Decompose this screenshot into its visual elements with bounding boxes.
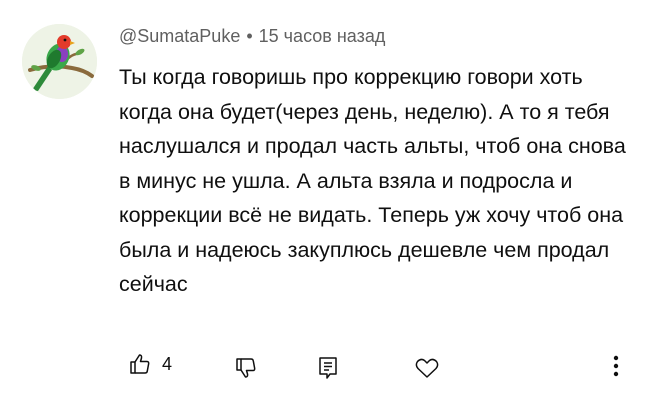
meta-separator: • [246,26,253,46]
like-button[interactable]: 4 [128,352,172,376]
like-count: 4 [162,353,173,374]
reply-button[interactable] [316,355,340,381]
thumbs-up-icon [130,354,150,374]
thumbs-down-icon [236,358,256,378]
parrot-avatar-icon [22,24,97,99]
comment-text: Ты когда говоришь про коррекцию говори х… [119,65,626,296]
comment-header: @SumataPuke • 15 часов назад [119,26,385,47]
dislike-button[interactable] [234,356,258,380]
comment-actions: 4 [0,346,649,386]
author-name[interactable]: @SumataPuke [119,26,240,46]
author-avatar[interactable] [22,24,97,99]
heart-icon [415,358,439,378]
more-vertical-icon [613,355,619,377]
heart-button[interactable] [414,356,440,380]
comment-time[interactable]: 15 часов назад [259,26,386,46]
reply-comment-icon [319,357,337,379]
more-actions-button[interactable] [611,353,621,379]
